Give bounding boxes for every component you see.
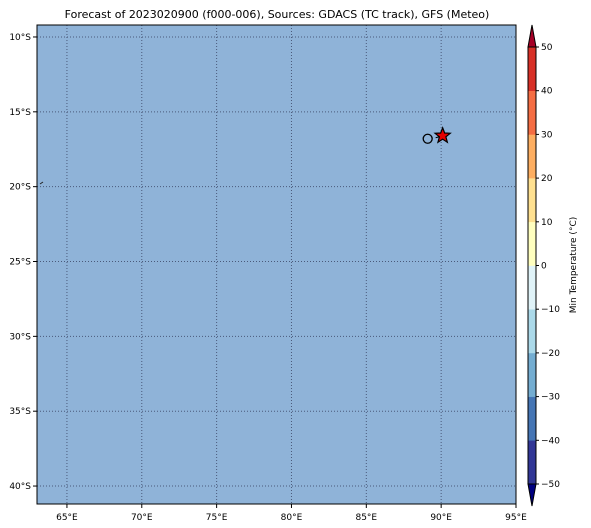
- lon-tick-label: 80°E: [281, 513, 303, 523]
- colorbar-segment: [528, 440, 536, 485]
- colorbar-label: Min Temperature (°C): [569, 217, 579, 314]
- colorbar-tick-label: 30: [541, 130, 553, 140]
- colorbar-tick-label: −20: [541, 349, 560, 359]
- colorbar-tick-label: 40: [541, 87, 553, 97]
- colorbar-tick-label: −40: [541, 436, 560, 446]
- colorbar-segment: [528, 134, 536, 179]
- lon-tick-label: 65°E: [56, 513, 78, 523]
- colorbar-tick-label: −50: [541, 480, 560, 490]
- lat-tick-label: 20°S: [9, 183, 31, 193]
- lat-tick-label: 40°S: [9, 482, 31, 492]
- colorbar: −50 −40 −30 −20 −10 0 10 20 30 40 50: [527, 24, 560, 507]
- lon-tick-label: 75°E: [206, 513, 228, 523]
- longitude-axis: 65°E 70°E 75°E 80°E 85°E 90°E 95°E: [56, 504, 527, 523]
- colorbar-segment: [528, 352, 536, 397]
- latitude-axis: 10°S 15°S 20°S 25°S 30°S 35°S 40°S: [9, 33, 37, 492]
- forecast-figure: Forecast of 2023020900 (f000-006), Sourc…: [9, 8, 579, 523]
- colorbar-min-arrow: [527, 483, 537, 507]
- lon-tick-label: 90°E: [430, 513, 452, 523]
- colorbar-tick-label: −30: [541, 393, 560, 403]
- lat-tick-label: 15°S: [9, 108, 31, 118]
- colorbar-max-arrow: [527, 24, 537, 48]
- colorbar-segment: [528, 178, 536, 223]
- lat-tick-label: 30°S: [9, 332, 31, 342]
- colorbar-tick-label: −10: [541, 305, 560, 315]
- colorbar-segment: [528, 221, 536, 266]
- colorbar-tick-label: 10: [541, 218, 553, 228]
- figure-title: Forecast of 2023020900 (f000-006), Sourc…: [65, 8, 490, 21]
- lat-tick-label: 25°S: [9, 258, 31, 268]
- lon-tick-label: 85°E: [355, 513, 377, 523]
- map-panel: 65°E 70°E 75°E 80°E 85°E 90°E 95°E 10°S 15°S 20°…: [9, 24, 527, 523]
- colorbar-segment: [528, 265, 536, 310]
- lat-tick-label: 10°S: [9, 33, 31, 43]
- colorbar-tick-label: 0: [541, 262, 547, 272]
- ocean-background: [37, 25, 516, 504]
- colorbar-segment: [528, 396, 536, 441]
- lon-tick-label: 70°E: [131, 513, 153, 523]
- colorbar-segment: [528, 47, 536, 91]
- lat-tick-label: 35°S: [9, 407, 31, 417]
- lon-tick-label: 95°E: [505, 513, 527, 523]
- colorbar-segment: [528, 90, 536, 135]
- colorbar-tick-label: 20: [541, 174, 553, 184]
- colorbar-segment: [528, 309, 536, 354]
- colorbar-tick-label: 50: [541, 43, 553, 53]
